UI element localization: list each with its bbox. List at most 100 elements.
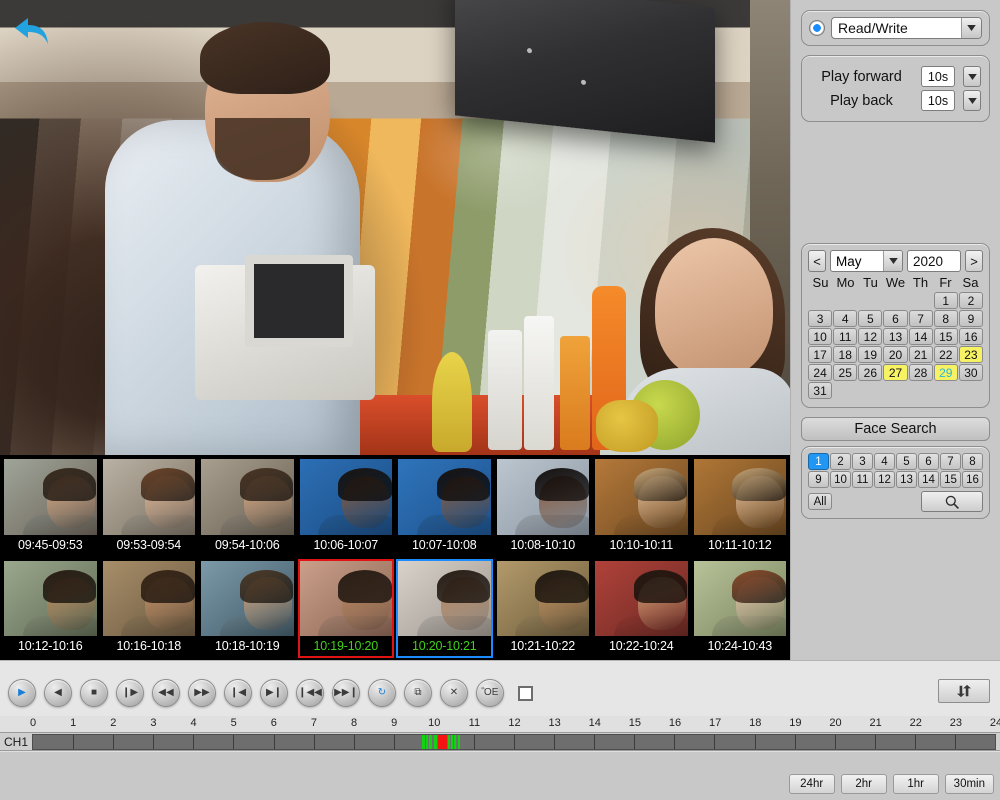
channel-button-12[interactable]: 12	[874, 471, 895, 488]
channel-button-5[interactable]: 5	[896, 453, 917, 470]
calendar-day[interactable]: 16	[959, 328, 983, 345]
channel-button-13[interactable]: 13	[896, 471, 917, 488]
next-frame-button[interactable]: ▶❙	[260, 679, 288, 707]
channel-button-2[interactable]: 2	[830, 453, 851, 470]
calendar-next-button[interactable]: >	[965, 250, 983, 272]
read-write-radio[interactable]	[809, 20, 825, 36]
previous-file-button[interactable]: ❙◀◀	[296, 679, 324, 707]
main-video-view[interactable]	[0, 0, 790, 455]
face-thumbnail-grid[interactable]: 09:45-09:5309:53-09:5409:54-10:0610:06-1…	[0, 455, 790, 660]
timeline-recording-segment[interactable]	[458, 735, 460, 749]
channel-button-15[interactable]: 15	[940, 471, 961, 488]
fullscreen-checkbox[interactable]	[518, 686, 533, 701]
chevron-down-icon[interactable]	[883, 251, 902, 271]
channel-button-10[interactable]: 10	[830, 471, 851, 488]
channel-button-11[interactable]: 11	[852, 471, 873, 488]
mode-select[interactable]: Read/Write	[831, 17, 982, 39]
rewind-button[interactable]: ◀◀	[152, 679, 180, 707]
calendar-day[interactable]: 28	[909, 364, 933, 381]
calendar-days-grid[interactable]: 1234567891011121314151617181920212223242…	[808, 292, 983, 399]
calendar-day[interactable]: 5	[858, 310, 882, 327]
face-thumbnail[interactable]: 10:21-10:22	[495, 559, 592, 659]
calendar-day[interactable]: 26	[858, 364, 882, 381]
channel-button-8[interactable]: 8	[962, 453, 983, 470]
play-button[interactable]: ▶	[8, 679, 36, 707]
face-search-button[interactable]	[921, 491, 983, 512]
calendar-day[interactable]: 11	[833, 328, 857, 345]
channel-button-14[interactable]: 14	[918, 471, 939, 488]
calendar-day[interactable]: 19	[858, 346, 882, 363]
fast-forward-button[interactable]: ▶▶	[188, 679, 216, 707]
calendar-day[interactable]: 22	[934, 346, 958, 363]
play-reverse-button[interactable]: ◀	[44, 679, 72, 707]
timeline-recording-segment[interactable]	[454, 735, 456, 749]
face-thumbnail[interactable]: 10:10-10:11	[593, 457, 690, 557]
calendar-day[interactable]: 23	[959, 346, 983, 363]
face-thumbnail[interactable]: 10:24-10:43	[692, 559, 789, 659]
channel-button-7[interactable]: 7	[940, 453, 961, 470]
channel-grid[interactable]: 12345678910111213141516	[808, 453, 983, 488]
timeline[interactable]: 0123456789101112131415161718192021222324…	[0, 716, 1000, 752]
back-arrow-icon[interactable]	[12, 14, 52, 48]
calendar-day[interactable]: 7	[909, 310, 933, 327]
calendar-day[interactable]: 30	[959, 364, 983, 381]
save-button[interactable]: ὋE	[476, 679, 504, 707]
face-thumbnail[interactable]: 10:16-10:18	[101, 559, 198, 659]
calendar-day[interactable]: 3	[808, 310, 832, 327]
play-forward-dropdown-icon[interactable]	[963, 66, 981, 87]
calendar-day[interactable]: 31	[808, 382, 832, 399]
face-thumbnail[interactable]: 10:22-10:24	[593, 559, 690, 659]
play-forward-value[interactable]: 10s	[921, 66, 955, 87]
timeline-recording-segment[interactable]	[422, 735, 425, 749]
channel-all-button[interactable]: All	[808, 493, 832, 510]
channel-button-16[interactable]: 16	[962, 471, 983, 488]
channel-button-1[interactable]: 1	[808, 453, 829, 470]
calendar-day[interactable]: 4	[833, 310, 857, 327]
channel-button-6[interactable]: 6	[918, 453, 939, 470]
calendar-day[interactable]: 29	[934, 364, 958, 381]
timeline-zoom-1hr[interactable]: 1hr	[893, 774, 939, 794]
calendar-day[interactable]: 9	[959, 310, 983, 327]
timeline-recording-segment[interactable]	[451, 735, 453, 749]
previous-frame-button[interactable]: ❙◀	[224, 679, 252, 707]
timeline-zoom-30min[interactable]: 30min	[945, 774, 994, 794]
timeline-recording-segment[interactable]	[438, 735, 447, 749]
sync-button[interactable]	[938, 679, 990, 703]
face-thumbnail[interactable]: 09:54-10:06	[199, 457, 296, 557]
calendar-day[interactable]: 13	[883, 328, 907, 345]
timeline-recording-segment[interactable]	[434, 735, 437, 749]
calendar-day[interactable]: 10	[808, 328, 832, 345]
calendar-day[interactable]: 6	[883, 310, 907, 327]
face-thumbnail[interactable]: 10:18-10:19	[199, 559, 296, 659]
calendar-day[interactable]: 1	[934, 292, 958, 309]
clip-button[interactable]: ↻	[368, 679, 396, 707]
channel-button-4[interactable]: 4	[874, 453, 895, 470]
face-thumbnail[interactable]: 10:11-10:12	[692, 457, 789, 557]
calendar-day[interactable]: 12	[858, 328, 882, 345]
calendar-day[interactable]: 25	[833, 364, 857, 381]
timeline-recording-segment[interactable]	[429, 735, 432, 749]
calendar-day[interactable]: 20	[883, 346, 907, 363]
calendar-day[interactable]: 2	[959, 292, 983, 309]
chevron-down-icon[interactable]	[961, 18, 981, 38]
play-back-value[interactable]: 10s	[921, 90, 955, 111]
channel-button-9[interactable]: 9	[808, 471, 829, 488]
stop-button[interactable]: ■	[80, 679, 108, 707]
timeline-zoom-24hr[interactable]: 24hr	[789, 774, 835, 794]
calendar-day[interactable]: 21	[909, 346, 933, 363]
face-thumbnail[interactable]: 10:08-10:10	[495, 457, 592, 557]
timeline-recording-segment[interactable]	[426, 735, 428, 749]
calendar-month-select[interactable]: May	[830, 250, 903, 272]
scissors-button[interactable]: ✕	[440, 679, 468, 707]
calendar-day[interactable]: 17	[808, 346, 832, 363]
face-thumbnail[interactable]: 10:12-10:16	[2, 559, 99, 659]
face-thumbnail[interactable]: 10:20-10:21	[396, 559, 493, 659]
face-thumbnail[interactable]: 10:07-10:08	[396, 457, 493, 557]
face-thumbnail[interactable]: 10:19-10:20	[298, 559, 395, 659]
calendar-day[interactable]: 15	[934, 328, 958, 345]
calendar-day[interactable]: 18	[833, 346, 857, 363]
calendar-year-value[interactable]: 2020	[907, 250, 961, 272]
play-back-dropdown-icon[interactable]	[963, 90, 981, 111]
calendar-day[interactable]: 24	[808, 364, 832, 381]
calendar-day[interactable]: 27	[883, 364, 907, 381]
